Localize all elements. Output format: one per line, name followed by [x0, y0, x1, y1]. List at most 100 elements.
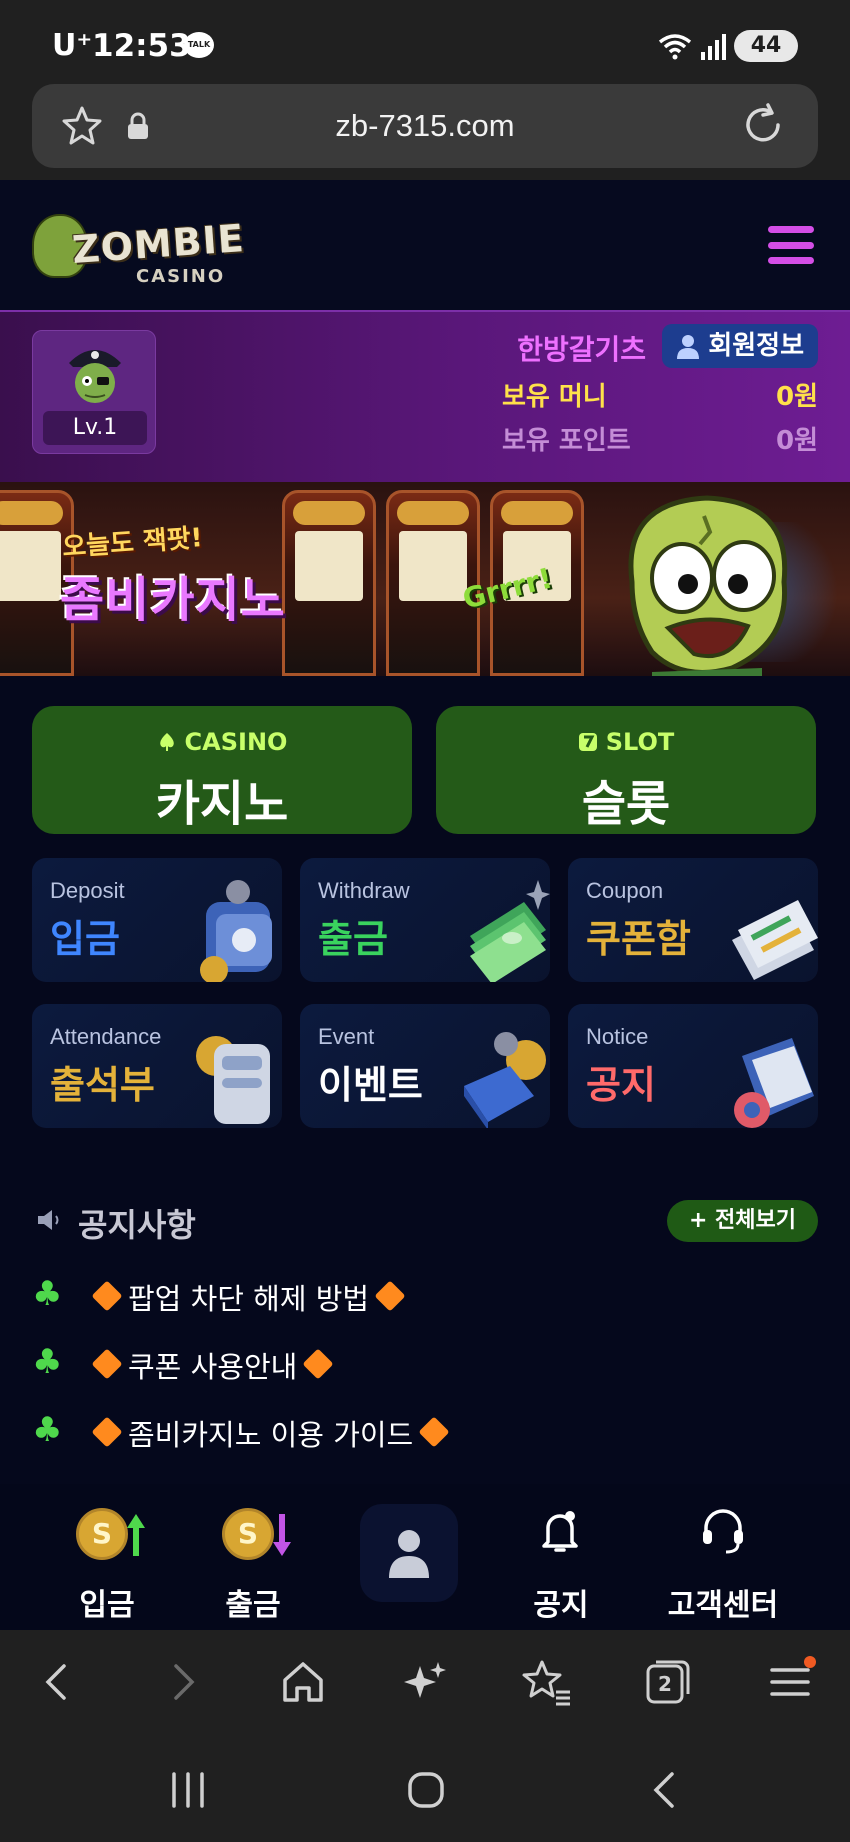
nav-notice-label: 공지: [533, 1588, 589, 1623]
site-header: ZOMBIE CASINO: [0, 180, 850, 312]
notice-list-item[interactable]: ♣ 좀비카지노 이용 가이드: [32, 1408, 818, 1452]
nav-support-label: 고객센터: [667, 1588, 779, 1623]
tab-count: 2: [658, 1672, 672, 1696]
hamburger-menu-icon[interactable]: [768, 226, 814, 264]
wifi-icon: [658, 34, 692, 60]
recent-apps-icon[interactable]: [166, 1768, 210, 1812]
view-all-button[interactable]: + 전체보기: [666, 1200, 818, 1242]
speaker-icon: [38, 1210, 59, 1230]
slot-label-ko: 슬롯: [581, 776, 671, 832]
nav-deposit-label: 입금: [79, 1588, 135, 1623]
forward-icon[interactable]: [154, 1654, 210, 1710]
home-button-icon[interactable]: [404, 1768, 448, 1812]
kakaotalk-notification-icon: TALK: [184, 32, 214, 58]
money-value: 0원: [775, 382, 818, 412]
coupon-ko: 쿠폰함: [586, 917, 691, 961]
attendance-ko: 출석부: [50, 1063, 155, 1107]
back-button-icon[interactable]: [644, 1768, 688, 1812]
headset-icon: [703, 1509, 743, 1554]
money-label: 보유 머니: [502, 382, 607, 412]
member-info-button[interactable]: 회원정보: [662, 324, 818, 368]
casino-label-ko: 카지노: [155, 776, 289, 832]
nav-deposit[interactable]: S 입금: [32, 1484, 182, 1630]
withdraw-en: Withdraw: [318, 878, 410, 903]
user-icon: [677, 335, 700, 359]
status-bar: U⁺ 12:53 TALK 44: [0, 0, 850, 84]
withdraw-ko: 출금: [318, 917, 388, 961]
diamond-icon: [91, 1280, 123, 1312]
diamond-icon: [91, 1416, 123, 1448]
coupon-en: Coupon: [586, 878, 664, 903]
clock-time: 12:53: [92, 28, 191, 64]
browser-bottom-bar: 2: [0, 1630, 850, 1738]
deposit-en: Deposit: [50, 878, 125, 903]
signal-icon: [701, 34, 726, 60]
event-en: Event: [318, 1024, 375, 1049]
back-icon[interactable]: [30, 1654, 86, 1710]
attendance-card[interactable]: Attendance 출석부: [32, 1004, 282, 1128]
casino-button[interactable]: CASINO 카지노: [32, 706, 412, 834]
diamond-icon: [302, 1348, 334, 1380]
avatar[interactable]: Lv.1: [32, 330, 156, 454]
arrow-down-icon: [273, 1514, 291, 1556]
my-page-button[interactable]: [360, 1504, 458, 1602]
tabs-button[interactable]: 2: [640, 1654, 696, 1710]
member-info-label: 회원정보: [708, 331, 804, 361]
notice-card[interactable]: Notice 공지: [568, 1004, 818, 1128]
zombie-mascot-icon: [628, 495, 788, 676]
slot-en-text: SLOT: [605, 728, 675, 756]
cash-stack-icon: [470, 880, 550, 982]
username: 한방갈기츠: [517, 333, 646, 366]
notification-dot: [804, 1656, 816, 1668]
site-bottom-nav: S 입금 S 출금 공지 고객센터: [0, 1484, 850, 1630]
casino-en-text: CASINO: [184, 728, 288, 756]
slot-button[interactable]: SLOT 슬롯: [436, 706, 816, 834]
calendar-check-icon: [196, 1036, 270, 1124]
user-level: Lv.1: [43, 411, 147, 445]
notice-title: 공지사항: [78, 1206, 196, 1244]
bookmarks-icon[interactable]: [518, 1654, 574, 1710]
home-icon[interactable]: [275, 1654, 331, 1710]
battery-level: 44: [750, 33, 782, 58]
attendance-en: Attendance: [50, 1024, 162, 1049]
reload-icon[interactable]: [740, 102, 786, 148]
club-icon: ♣: [32, 1342, 63, 1382]
url-text[interactable]: zb-7315.com: [32, 108, 818, 144]
nav-withdraw-label: 출금: [225, 1588, 281, 1623]
wallet-coin-icon: [200, 880, 272, 982]
arrow-up-icon: [127, 1514, 145, 1556]
nav-withdraw[interactable]: S 출금: [178, 1484, 328, 1630]
notice-header: 공지사항 + 전체보기: [32, 1196, 818, 1244]
withdraw-card[interactable]: Withdraw 출금: [300, 858, 550, 982]
coupon-tickets-icon: [732, 900, 818, 980]
casino-label-en: CASINO: [32, 728, 412, 756]
gift-box-icon: [464, 1032, 546, 1128]
deposit-ko: 입금: [50, 917, 120, 961]
carrier-label: U⁺: [52, 28, 93, 63]
seven-icon: [578, 733, 597, 751]
pirate-zombie-avatar-icon: [69, 350, 121, 403]
address-bar[interactable]: zb-7315.com: [32, 84, 818, 168]
notice-list-item[interactable]: ♣ 팝업 차단 해제 방법: [32, 1272, 818, 1316]
event-ko: 이벤트: [318, 1063, 423, 1107]
logo-subtitle: CASINO: [136, 266, 226, 287]
nav-notice[interactable]: 공지: [486, 1484, 636, 1630]
deposit-card[interactable]: Deposit 입금: [32, 858, 282, 982]
browser-menu-button[interactable]: [762, 1654, 818, 1710]
event-card[interactable]: Event 이벤트: [300, 1004, 550, 1128]
point-label: 보유 포인트: [502, 426, 631, 456]
nav-support[interactable]: 고객센터: [648, 1484, 798, 1630]
banner-tagline: 오늘도 잭팟!: [61, 523, 204, 563]
club-icon: ♣: [32, 1410, 63, 1450]
coupon-card[interactable]: Coupon 쿠폰함: [568, 858, 818, 982]
logo-wordmark: ZOMBIE: [70, 216, 247, 272]
notice-ko: 공지: [586, 1063, 656, 1107]
promo-banner[interactable]: 오늘도 잭팟! 좀비카지노 Grrrr!: [0, 482, 850, 676]
slot-machine-image: [282, 490, 376, 676]
notice-list-item[interactable]: ♣ 쿠폰 사용안내: [32, 1340, 818, 1384]
diamond-icon: [374, 1280, 406, 1312]
sparkle-icon[interactable]: [396, 1654, 452, 1710]
browser-toolbar: zb-7315.com: [0, 84, 850, 180]
site-logo[interactable]: ZOMBIE CASINO: [32, 196, 252, 296]
bell-icon: [542, 1511, 578, 1552]
